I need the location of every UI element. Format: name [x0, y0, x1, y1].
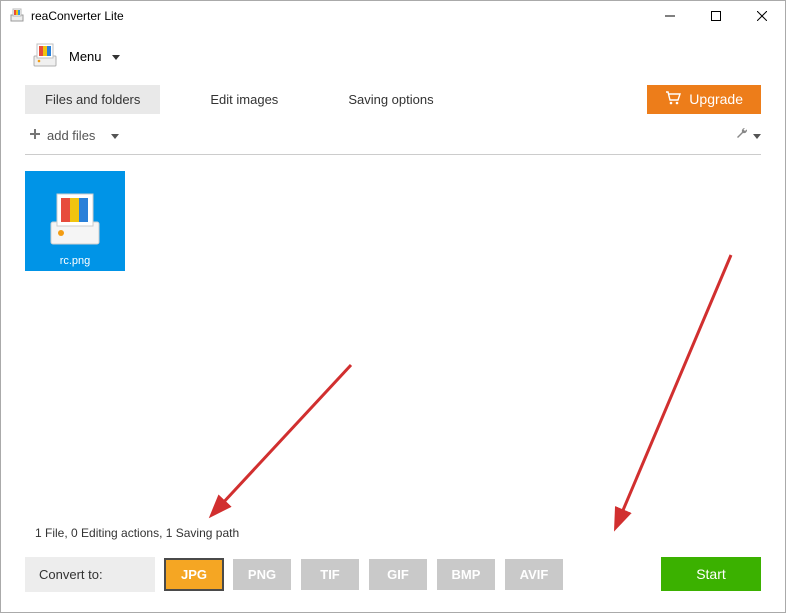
format-jpg-button[interactable]: JPG	[165, 559, 223, 590]
format-label: PNG	[248, 567, 276, 582]
start-label: Start	[696, 566, 726, 582]
add-files-button[interactable]: add files	[25, 126, 123, 145]
wrench-icon	[735, 127, 749, 144]
files-area: rc.png	[1, 155, 785, 526]
cart-icon	[665, 91, 681, 108]
tab-files-and-folders[interactable]: Files and folders	[25, 85, 160, 114]
upgrade-label: Upgrade	[689, 91, 743, 107]
chevron-down-icon	[753, 128, 761, 143]
app-logo-icon	[31, 41, 59, 72]
tabs-bar: Files and folders Edit images Saving opt…	[1, 81, 785, 117]
convert-bar: Convert to: JPG PNG TIF GIF BMP AVIF Sta…	[1, 552, 785, 596]
tab-saving-options[interactable]: Saving options	[328, 85, 453, 114]
menubar: Menu	[1, 31, 785, 81]
format-gif-button[interactable]: GIF	[369, 559, 427, 590]
annotation-arrow	[201, 345, 381, 525]
format-png-button[interactable]: PNG	[233, 559, 291, 590]
menu-label: Menu	[69, 49, 102, 64]
format-bmp-button[interactable]: BMP	[437, 559, 495, 590]
settings-dropdown[interactable]	[735, 127, 761, 144]
tab-label: Files and folders	[45, 92, 140, 107]
chevron-down-icon	[111, 128, 119, 143]
convert-to-label: Convert to:	[25, 557, 155, 592]
plus-icon	[29, 128, 41, 143]
status-text: 1 File, 0 Editing actions, 1 Saving path	[1, 526, 785, 552]
annotation-arrow	[581, 235, 761, 535]
tab-label: Edit images	[210, 92, 278, 107]
file-tile[interactable]: rc.png	[25, 171, 125, 271]
toolbar: add files	[25, 121, 761, 155]
menu-button[interactable]: Menu	[25, 37, 126, 76]
tab-label: Saving options	[348, 92, 433, 107]
format-avif-button[interactable]: AVIF	[505, 559, 563, 590]
chevron-down-icon	[112, 49, 120, 64]
format-label: JPG	[181, 567, 207, 582]
format-label: TIF	[320, 567, 340, 582]
maximize-button[interactable]	[693, 1, 739, 31]
file-name: rc.png	[60, 255, 91, 267]
start-button[interactable]: Start	[661, 557, 761, 591]
minimize-button[interactable]	[647, 1, 693, 31]
app-icon	[9, 7, 25, 26]
add-files-label: add files	[47, 128, 95, 143]
tab-edit-images[interactable]: Edit images	[190, 85, 298, 114]
window-title: reaConverter Lite	[31, 9, 124, 23]
file-thumbnail-icon	[43, 186, 107, 253]
format-label: GIF	[387, 567, 409, 582]
format-label: BMP	[452, 567, 481, 582]
app-window: reaConverter Lite	[0, 0, 786, 613]
window-controls	[647, 1, 785, 31]
format-label: AVIF	[520, 567, 549, 582]
format-tif-button[interactable]: TIF	[301, 559, 359, 590]
titlebar: reaConverter Lite	[1, 1, 785, 31]
close-button[interactable]	[739, 1, 785, 31]
upgrade-button[interactable]: Upgrade	[647, 85, 761, 114]
